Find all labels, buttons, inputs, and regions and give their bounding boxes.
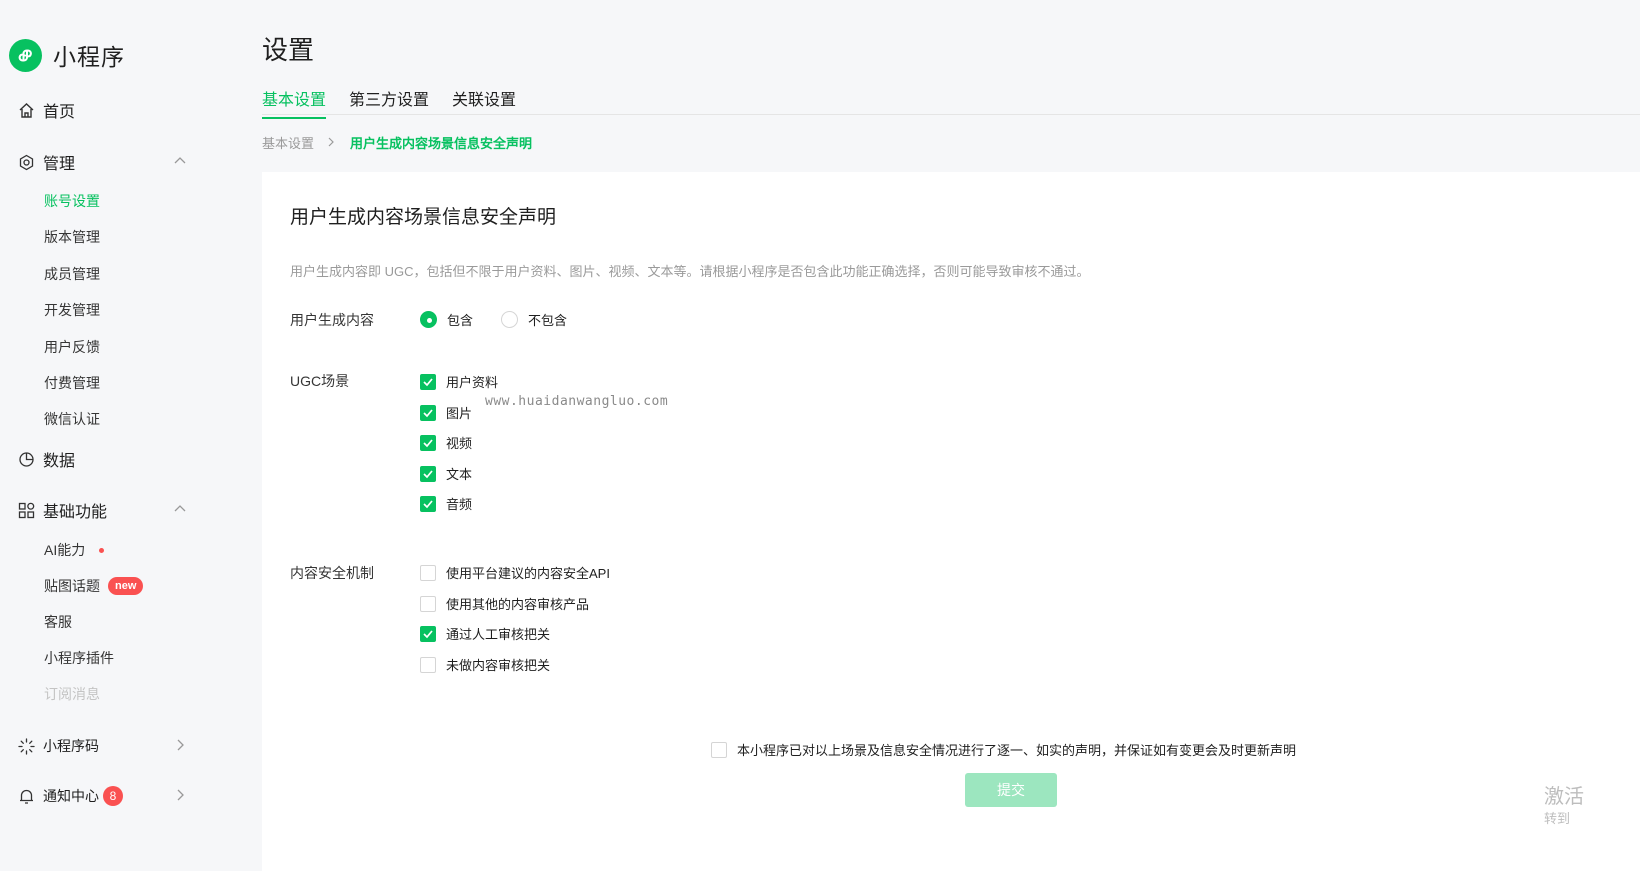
windows-activation-overlay: 激活 转到 <box>1544 785 1640 829</box>
home-icon <box>17 101 35 119</box>
checkbox-checked-icon <box>420 434 436 451</box>
sidebar-item-home[interactable]: 首页 <box>17 97 187 123</box>
checkbox-label: 视频 <box>446 436 473 451</box>
notification-count-badge: 8 <box>103 786 123 806</box>
settings-hexagon-icon <box>17 153 35 171</box>
sidebar-item-manage[interactable]: 管理 <box>17 149 187 175</box>
checkbox-label: 用户资料 <box>446 375 499 390</box>
checkbox-label: 使用其他的内容审核产品 <box>446 597 590 612</box>
activation-line-1: 激活 <box>1544 786 1584 808</box>
sidebar-item-version[interactable]: 版本管理 <box>44 227 100 247</box>
sidebar-item-subscription[interactable]: 订阅消息 <box>44 684 100 704</box>
checkbox-images[interactable]: 图片 <box>420 403 472 422</box>
radio-exclude[interactable]: 不包含 <box>501 310 567 329</box>
radio-unselected-icon <box>501 311 519 328</box>
sidebar-item-label: AI能力 <box>44 542 86 558</box>
radio-selected-icon <box>420 311 437 328</box>
chevron-right-icon <box>326 135 336 150</box>
sidebar-item-account-settings[interactable]: 账号设置 <box>44 191 100 211</box>
sidebar-item-development[interactable]: 开发管理 <box>44 300 100 320</box>
sidebar-item-verification[interactable]: 微信认证 <box>44 409 100 429</box>
sidebar-item-label: 基础功能 <box>43 504 108 521</box>
sidebar-item-label: 贴图话题 <box>44 578 100 594</box>
checkbox-checked-icon <box>420 404 436 421</box>
sidebar-item-notifications[interactable]: 通知中心 8 <box>17 783 187 809</box>
checkbox-label: 未做内容审核把关 <box>446 658 551 673</box>
checkbox-checked-icon <box>420 495 436 512</box>
mini-program-code-icon <box>17 737 35 755</box>
sidebar-item-customer-service[interactable]: 客服 <box>44 612 72 632</box>
sidebar-item-feedback[interactable]: 用户反馈 <box>44 337 100 357</box>
sidebar-item-label: 通知中心 <box>43 788 99 804</box>
checkbox-no-review[interactable]: 未做内容审核把关 <box>420 655 550 674</box>
checkbox-other-products[interactable]: 使用其他的内容审核产品 <box>420 594 589 613</box>
checkbox-unchecked-icon <box>711 741 727 758</box>
chevron-right-icon <box>173 788 187 807</box>
chevron-right-icon <box>173 738 187 757</box>
agree-checkbox[interactable]: 本小程序已对以上场景及信息安全情况进行了逐一、如实的声明，并保证如有变更会及时更… <box>711 740 1296 759</box>
agree-label: 本小程序已对以上场景及信息安全情况进行了逐一、如实的声明，并保证如有变更会及时更… <box>737 743 1297 758</box>
chevron-up-icon <box>173 154 187 173</box>
breadcrumb: 基本设置 用户生成内容场景信息安全声明 <box>262 133 532 152</box>
checkbox-unchecked-icon <box>420 656 436 673</box>
sidebar-item-label: 首页 <box>43 104 76 121</box>
ugc-declaration-card: 用户生成内容场景信息安全声明 用户生成内容即 UGC，包括但不限于用户资料、图片… <box>262 172 1640 871</box>
checkbox-audio[interactable]: 音频 <box>420 494 472 513</box>
tabs-divider <box>262 114 1640 115</box>
sidebar-item-label: 管理 <box>43 156 76 173</box>
checkbox-user-profile[interactable]: 用户资料 <box>420 372 498 391</box>
checkbox-label: 文本 <box>446 467 473 482</box>
sidebar-item-plugins[interactable]: 小程序插件 <box>44 648 114 668</box>
pie-chart-icon <box>17 450 35 468</box>
ugc-radio-group: 包含 不包含 <box>420 310 595 329</box>
ugc-scene-label: UGC场景 <box>290 373 350 389</box>
sidebar-item-label: 数据 <box>43 453 76 470</box>
checkbox-checked-icon <box>420 465 436 482</box>
sidebar-item-ai[interactable]: AI能力 <box>44 540 105 560</box>
mini-program-logo-icon <box>9 38 42 72</box>
red-dot-indicator <box>99 547 105 553</box>
card-title: 用户生成内容场景信息安全声明 <box>290 207 557 228</box>
radio-label: 不包含 <box>528 313 568 328</box>
card-description: 用户生成内容即 UGC，包括但不限于用户资料、图片、视频、文本等。请根据小程序是… <box>290 264 1090 279</box>
checkbox-label: 音频 <box>446 497 473 512</box>
sidebar-item-data[interactable]: 数据 <box>17 446 187 472</box>
ugc-label: 用户生成内容 <box>290 312 374 328</box>
checkbox-label: 使用平台建议的内容安全API <box>446 566 610 581</box>
checkbox-manual-review[interactable]: 通过人工审核把关 <box>420 624 550 643</box>
radio-label: 包含 <box>447 313 474 328</box>
checkbox-label: 图片 <box>446 406 473 421</box>
sidebar-item-payment[interactable]: 付费管理 <box>44 373 100 393</box>
sidebar: 小程序 首页 管理 账号设置 版本管理 成员管理 开发管理 用户反馈 付费管理 … <box>0 0 258 871</box>
checkbox-checked-icon <box>420 625 436 642</box>
brand-name: 小程序 <box>53 44 125 70</box>
submit-button[interactable]: 提交 <box>965 773 1057 807</box>
checkbox-unchecked-icon <box>420 595 436 612</box>
checkbox-video[interactable]: 视频 <box>420 433 472 452</box>
brand[interactable]: 小程序 <box>9 38 125 72</box>
sidebar-item-label: 小程序码 <box>43 738 99 754</box>
breadcrumb-parent-link[interactable]: 基本设置 <box>262 133 314 152</box>
grid-apps-icon <box>17 501 35 519</box>
checkbox-platform-api[interactable]: 使用平台建议的内容安全API <box>420 563 610 582</box>
activation-line-2: 转到 <box>1544 811 1571 826</box>
page-title: 设置 <box>262 35 315 65</box>
sidebar-item-members[interactable]: 成员管理 <box>44 264 100 284</box>
checkbox-label: 通过人工审核把关 <box>446 627 551 642</box>
checkbox-text[interactable]: 文本 <box>420 464 472 483</box>
sidebar-item-sticker-topics[interactable]: 贴图话题 new <box>44 576 144 596</box>
watermark-text: www.huaidanwangluo.com <box>485 394 669 409</box>
breadcrumb-current: 用户生成内容场景信息安全声明 <box>350 136 533 151</box>
checkbox-checked-icon <box>420 373 436 390</box>
radio-include[interactable]: 包含 <box>420 310 473 329</box>
sidebar-item-basic-features[interactable]: 基础功能 <box>17 497 187 523</box>
new-badge: new <box>108 577 144 595</box>
chevron-up-icon <box>173 502 187 521</box>
bell-icon <box>17 787 35 805</box>
content-safety-label: 内容安全机制 <box>290 565 374 581</box>
sidebar-item-qrcode[interactable]: 小程序码 <box>17 733 187 759</box>
checkbox-unchecked-icon <box>420 564 436 581</box>
